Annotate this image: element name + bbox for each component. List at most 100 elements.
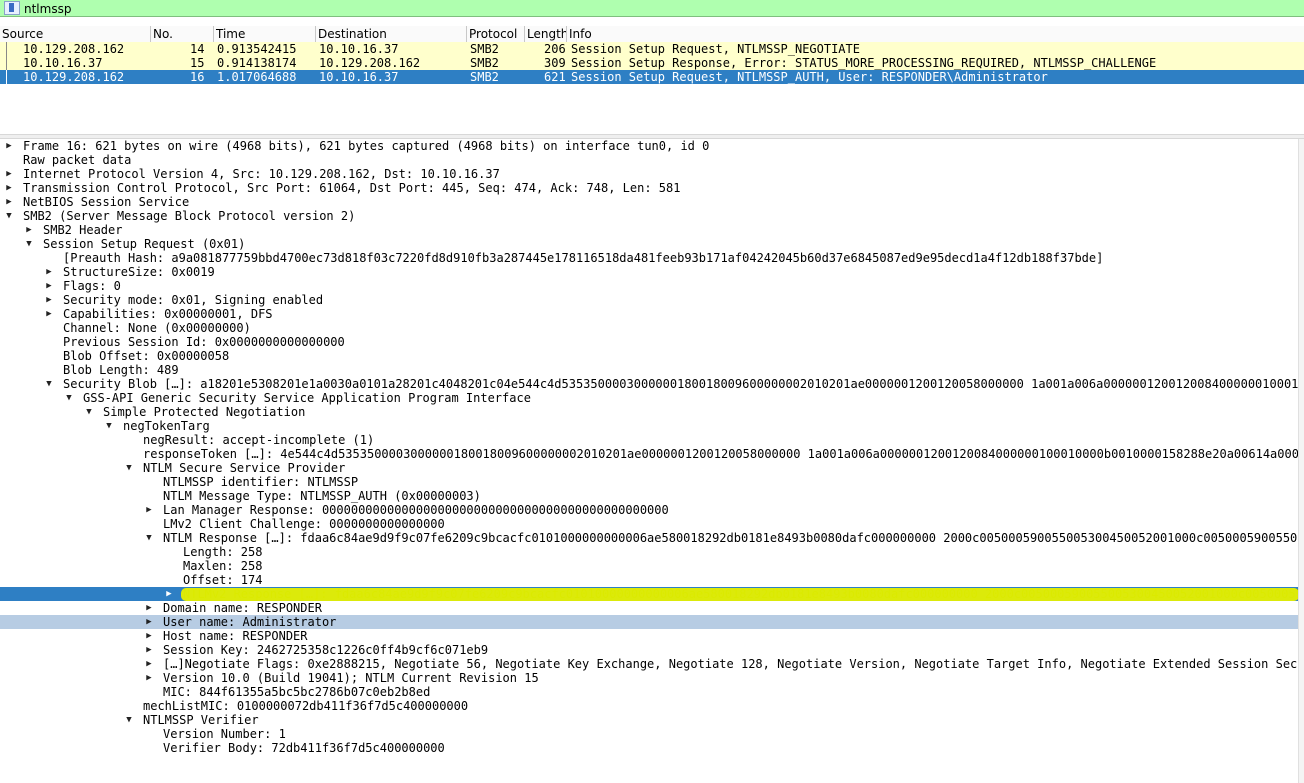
tree-item[interactable]: NTLMSSP identifier: NTLMSSP <box>0 475 1298 489</box>
collapsed-arrow-icon[interactable]: ▶ <box>44 279 54 293</box>
tree-item[interactable]: ▶ Security mode: 0x01, Signing enabled <box>0 293 1298 307</box>
collapsed-arrow-icon[interactable]: ▶ <box>164 587 174 601</box>
packet-row-selected[interactable]: 10.129.208.162 16 1.017064688 10.10.16.3… <box>0 70 1304 84</box>
tree-item[interactable]: ▼ negTokenTarg <box>0 419 1298 433</box>
tree-item[interactable]: Raw packet data <box>0 153 1298 167</box>
tree-item[interactable]: mechListMIC: 0100000072db411f36f7d5c4000… <box>0 699 1298 713</box>
collapsed-arrow-icon[interactable]: ▶ <box>4 195 14 209</box>
details-scrollbar[interactable] <box>1298 139 1304 783</box>
packet-source: 10.10.16.37 <box>23 56 103 70</box>
tree-item[interactable]: ▶ Session Key: 2462725358c1226c0ff4b9cf6c… <box>0 643 1298 657</box>
tree-item[interactable]: Version Number: 1 <box>0 727 1298 741</box>
tree-item[interactable]: ▼ NTLMSSP Verifier <box>0 713 1298 727</box>
packet-length: 309 <box>544 56 566 70</box>
tree-item[interactable]: ▶ Lan Manager Response: 00000000000000000… <box>0 503 1298 517</box>
tree-item[interactable]: ▶ Internet Protocol Version 4, Src: 10.12… <box>0 167 1298 181</box>
tree-item[interactable]: ▼ SMB2 (Server Message Block Protocol ver… <box>0 209 1298 223</box>
collapsed-arrow-icon[interactable]: ▶ <box>44 265 54 279</box>
tree-item[interactable]: responseToken […]: 4e544c4d5353500003000… <box>0 447 1298 461</box>
column-header-source[interactable]: Source <box>0 26 151 42</box>
tree-item[interactable]: ▶ Transmission Control Protocol, Src Port… <box>0 181 1298 195</box>
column-header-length[interactable]: Length <box>525 26 567 42</box>
expanded-arrow-icon[interactable]: ▼ <box>124 461 134 475</box>
packet-row[interactable]: 10.10.16.37 15 0.914138174 10.129.208.16… <box>0 56 1304 70</box>
tree-item[interactable]: NTLM Message Type: NTLMSSP_AUTH (0x00000… <box>0 489 1298 503</box>
column-header-time[interactable]: Time <box>214 26 316 42</box>
tree-item[interactable]: ▶ Domain name: RESPONDER <box>0 601 1298 615</box>
tree-item-label: Previous Session Id: 0x0000000000000000 <box>63 335 345 349</box>
tree-item[interactable]: Blob Length: 489 <box>0 363 1298 377</box>
tree-item[interactable]: ▼ NTLM Response […]: fdaa6c84ae9d9f9c07fe… <box>0 531 1298 545</box>
column-header-destination[interactable]: Destination <box>316 26 467 42</box>
collapsed-arrow-icon[interactable]: ▶ <box>144 657 154 671</box>
packet-list: Source No. Time Destination Protocol Len… <box>0 26 1304 134</box>
tree-item[interactable]: LMv2 Client Challenge: 0000000000000000 <box>0 517 1298 531</box>
tree-item[interactable]: ▶ SMB2 Header <box>0 223 1298 237</box>
tree-item[interactable]: Offset: 174 <box>0 573 1298 587</box>
tree-item[interactable]: [Preauth Hash: a9a081877759bbd4700ec73d8… <box>0 251 1298 265</box>
tree-item[interactable]: ▼ GSS-API Generic Security Service Applic… <box>0 391 1298 405</box>
tree-item[interactable]: ▶ StructureSize: 0x0019 <box>0 265 1298 279</box>
tree-item[interactable]: MIC: 844f61355a5bc5bc2786b07c0eb2b8ed <box>0 685 1298 699</box>
tree-item[interactable]: Length: 258 <box>0 545 1298 559</box>
tree-item[interactable]: ▶ NetBIOS Session Service <box>0 195 1298 209</box>
packet-number: 15 <box>190 56 205 70</box>
collapsed-arrow-icon[interactable]: ▶ <box>144 601 154 615</box>
expanded-arrow-icon[interactable]: ▼ <box>124 713 134 727</box>
packet-row[interactable]: 10.129.208.162 14 0.913542415 10.10.16.3… <box>0 42 1304 56</box>
tree-item[interactable]: Verifier Body: 72db411f36f7d5c400000000 <box>0 741 1298 755</box>
tree-item[interactable]: ▼ Session Setup Request (0x01) <box>0 237 1298 251</box>
collapsed-arrow-icon[interactable]: ▶ <box>144 629 154 643</box>
collapsed-arrow-icon[interactable]: ▶ <box>4 167 14 181</box>
packet-time: 0.913542415 <box>217 42 297 56</box>
tree-item[interactable]: Blob Offset: 0x00000058 <box>0 349 1298 363</box>
tree-item[interactable]: Channel: None (0x00000000) <box>0 321 1298 335</box>
tree-item[interactable]: ▶ […]Negotiate Flags: 0xe2888215, Negotia… <box>0 657 1298 671</box>
tree-item[interactable]: ▶ Host name: RESPONDER <box>0 629 1298 643</box>
tree-item-label: negResult: accept-incomplete (1) <box>143 433 375 447</box>
tree-item[interactable]: ▶ Capabilities: 0x00000001, DFS <box>0 307 1298 321</box>
tree-item-label: NTLM Response […]: fdaa6c84ae9d9f9c07fe6… <box>163 531 1298 545</box>
tree-item-label: Flags: 0 <box>63 279 121 293</box>
tree-item-label: Frame 16: 621 bytes on wire (4968 bits),… <box>23 139 710 153</box>
tree-item[interactable]: negResult: accept-incomplete (1) <box>0 433 1298 447</box>
collapsed-arrow-icon[interactable]: ▶ <box>44 307 54 321</box>
tree-item[interactable]: Previous Session Id: 0x0000000000000000 <box>0 335 1298 349</box>
packet-source: 10.129.208.162 <box>23 42 125 56</box>
expanded-arrow-icon[interactable]: ▼ <box>104 419 114 433</box>
column-header-info[interactable]: Info <box>567 26 1304 42</box>
tree-item-label: Version Number: 1 <box>163 727 286 741</box>
expanded-arrow-icon[interactable]: ▼ <box>24 237 34 251</box>
collapsed-arrow-icon[interactable]: ▶ <box>4 181 14 195</box>
tree-item[interactable]: ▼ Simple Protected Negotiation <box>0 405 1298 419</box>
column-header-protocol[interactable]: Protocol <box>467 26 525 42</box>
expanded-arrow-icon[interactable]: ▼ <box>4 209 14 223</box>
expanded-arrow-icon[interactable]: ▼ <box>84 405 94 419</box>
expanded-arrow-icon[interactable]: ▼ <box>144 531 154 545</box>
collapsed-arrow-icon[interactable]: ▶ <box>144 503 154 517</box>
collapsed-arrow-icon[interactable]: ▶ <box>144 615 154 629</box>
collapsed-arrow-icon[interactable]: ▶ <box>24 223 34 237</box>
tree-item[interactable]: ▶ Version 10.0 (Build 19041); NTLM Curren… <box>0 671 1298 685</box>
tree-item[interactable]: ▼ Security Blob […]: a18201e5308201e1a003… <box>0 377 1298 391</box>
packet-info: Session Setup Request, NTLMSSP_AUTH, Use… <box>571 70 1048 84</box>
collapsed-arrow-icon[interactable]: ▶ <box>144 671 154 685</box>
tree-item[interactable]: ▼ NTLM Secure Service Provider <box>0 461 1298 475</box>
tree-item[interactable]: ▶ Flags: 0 <box>0 279 1298 293</box>
bookmark-icon[interactable] <box>4 1 20 15</box>
display-filter-input[interactable] <box>24 1 1294 16</box>
expanded-arrow-icon[interactable]: ▼ <box>44 377 54 391</box>
tree-item-label: [Preauth Hash: a9a081877759bbd4700ec73d8… <box>63 251 1104 265</box>
tree-item-label: responseToken […]: 4e544c4d5353500003000… <box>143 447 1298 461</box>
tree-item[interactable]: ▶ User name: Administrator <box>0 615 1298 629</box>
tree-item[interactable]: Maxlen: 258 <box>0 559 1298 573</box>
collapsed-arrow-icon[interactable]: ▶ <box>4 139 14 153</box>
collapsed-arrow-icon[interactable]: ▶ <box>44 293 54 307</box>
column-header-no[interactable]: No. <box>151 26 214 42</box>
tree-item-label: Internet Protocol Version 4, Src: 10.129… <box>23 167 500 181</box>
expanded-arrow-icon[interactable]: ▼ <box>64 391 74 405</box>
packet-source: 10.129.208.162 <box>23 70 125 84</box>
tree-item-label: StructureSize: 0x0019 <box>63 265 215 279</box>
tree-item[interactable]: ▶ Frame 16: 621 bytes on wire (4968 bits)… <box>0 139 1298 153</box>
collapsed-arrow-icon[interactable]: ▶ <box>144 643 154 657</box>
